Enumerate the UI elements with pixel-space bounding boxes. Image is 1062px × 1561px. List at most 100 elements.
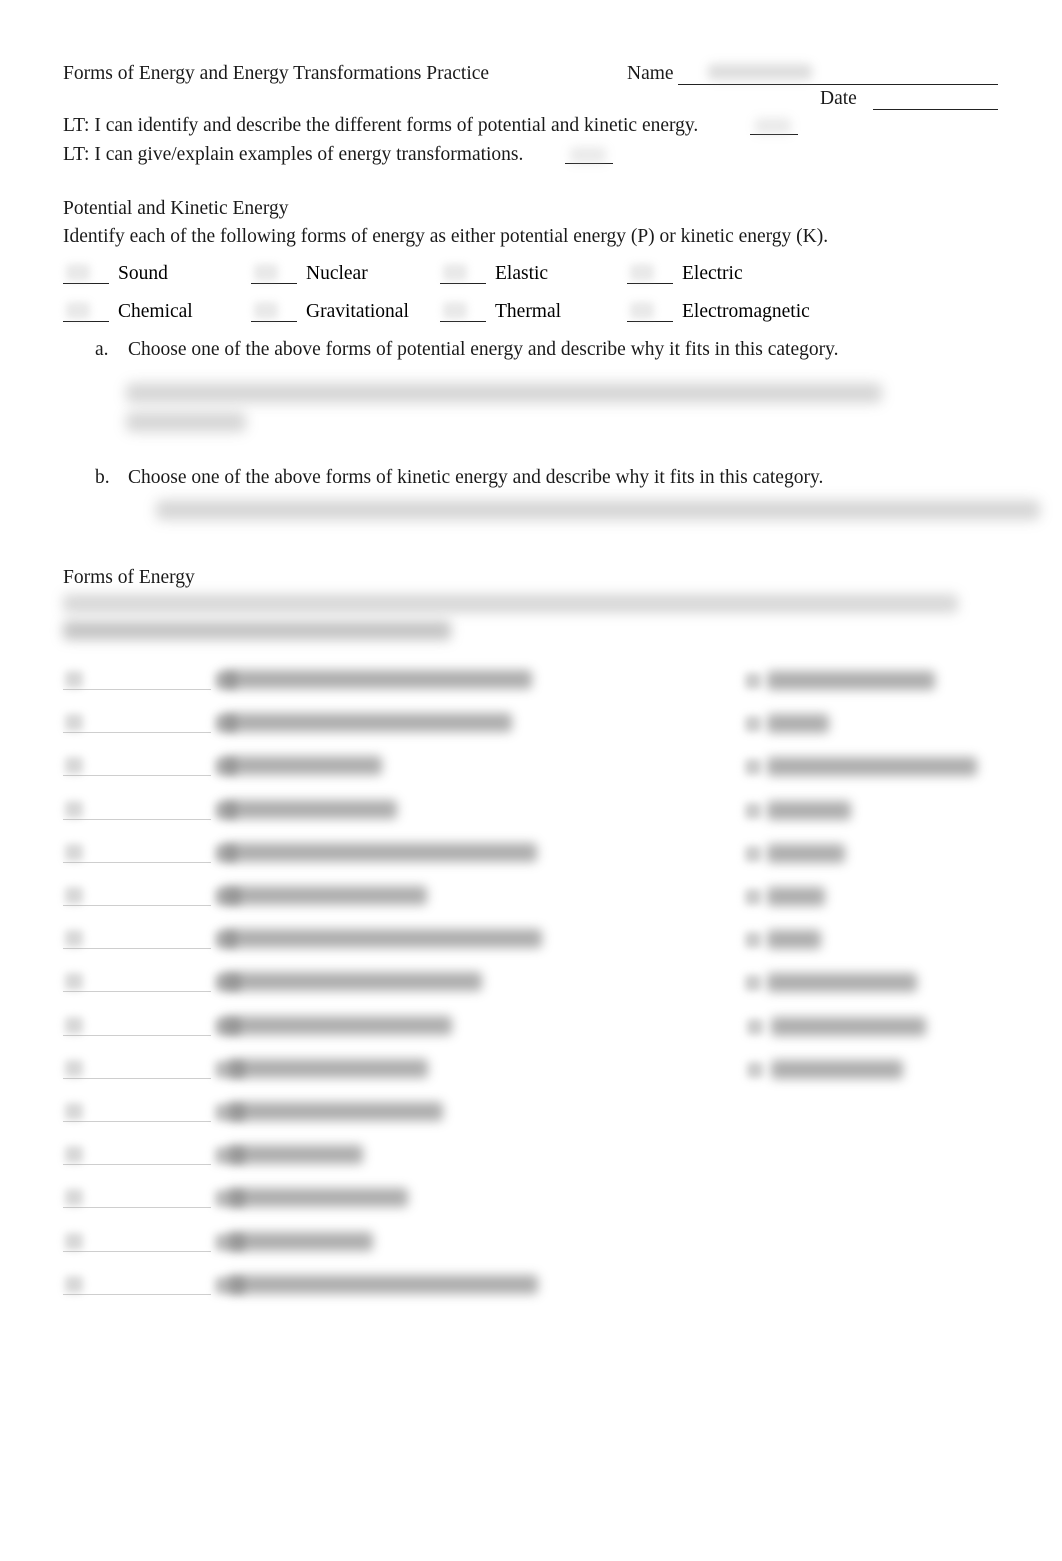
matching-option-letter-redaction — [745, 716, 761, 733]
matching-option — [745, 711, 995, 739]
matching-row — [63, 667, 743, 697]
pk-blank-nuclear[interactable] — [251, 283, 297, 284]
matching-answer-redaction — [65, 887, 83, 904]
matching-option-letter-redaction — [745, 975, 761, 992]
pk-answer-redaction-elastic — [443, 264, 467, 281]
name-redaction — [708, 64, 812, 80]
matching-row-text-redaction — [222, 1015, 452, 1035]
matching-option-text-redaction — [767, 757, 977, 777]
matching-row-text-redaction — [228, 1231, 373, 1251]
matching-row-text-redaction — [228, 1145, 363, 1165]
pk-answer-redaction-chemical — [66, 302, 90, 319]
name-input-line[interactable] — [678, 84, 998, 85]
matching-answer-blank[interactable] — [63, 1293, 211, 1295]
learning-target-1-blank[interactable] — [750, 134, 798, 135]
pk-blank-sound[interactable] — [63, 283, 109, 284]
matching-row-text-redaction — [228, 1058, 428, 1078]
learning-target-1: LT: I can identify and describe the diff… — [63, 115, 699, 136]
matching-option — [745, 1057, 995, 1085]
section-heading-potential-kinetic: Potential and Kinetic Energy — [63, 198, 289, 219]
matching-answer-blank[interactable] — [63, 775, 211, 777]
matching-option-letter-redaction — [745, 802, 761, 819]
pk-blank-thermal[interactable] — [440, 321, 486, 322]
matching-option-text-redaction — [771, 1016, 926, 1036]
matching-row — [63, 1099, 743, 1129]
pk-label-chemical: Chemical — [118, 301, 193, 322]
matching-row-text-redaction — [228, 1102, 443, 1121]
question-b-prompt: Choose one of the above forms of kinetic… — [128, 467, 824, 488]
matching-row-text-redaction — [222, 886, 427, 905]
matching-answer-blank[interactable] — [63, 905, 211, 906]
matching-answer-redaction — [65, 1016, 83, 1034]
pk-blank-electric[interactable] — [627, 283, 673, 284]
matching-option-letter-redaction — [745, 932, 761, 949]
matching-row — [63, 1272, 743, 1302]
question-b-marker: b. — [95, 467, 110, 488]
matching-answer-redaction — [65, 1146, 83, 1164]
matching-option — [745, 884, 995, 912]
matching-answer-blank[interactable] — [63, 991, 211, 993]
pk-answer-redaction-electromagnetic — [630, 302, 654, 319]
matching-option-text-redaction — [771, 1059, 903, 1079]
matching-row — [63, 797, 743, 827]
pk-blank-elastic[interactable] — [440, 283, 486, 284]
matching-answer-redaction — [65, 1232, 83, 1250]
section-instruction-potential-kinetic: Identify each of the following forms of … — [63, 226, 829, 247]
matching-row — [63, 1229, 743, 1259]
matching-row — [63, 1056, 743, 1086]
pk-label-electric: Electric — [682, 263, 743, 284]
matching-row — [63, 883, 743, 913]
question-a-answer-redaction-line-1 — [126, 383, 882, 403]
date-label: Date — [820, 88, 857, 109]
pk-answer-redaction-sound — [66, 264, 90, 281]
pk-label-electromagnetic: Electromagnetic — [682, 301, 810, 322]
matching-answer-blank[interactable] — [63, 861, 211, 863]
matching-option-text-redaction — [767, 671, 935, 690]
matching-answer-blank[interactable] — [63, 1164, 211, 1166]
name-label: Name — [627, 63, 674, 84]
matching-row — [63, 710, 743, 740]
learning-target-2: LT: I can give/explain examples of energ… — [63, 144, 524, 165]
date-input-line[interactable] — [873, 109, 998, 110]
pk-answer-redaction-nuclear — [254, 264, 278, 281]
learning-target-2-redaction — [570, 147, 606, 163]
matching-row — [63, 1185, 743, 1215]
matching-row — [63, 753, 743, 783]
matching-answer-blank[interactable] — [63, 948, 211, 950]
matching-row-text-redaction — [222, 799, 397, 819]
pk-label-elastic: Elastic — [495, 263, 549, 284]
matching-answer-blank[interactable] — [63, 689, 211, 690]
matching-option-letter-redaction — [745, 759, 761, 776]
matching-answer-blank[interactable] — [63, 732, 211, 734]
matching-option-text-redaction — [767, 843, 845, 863]
matching-answer-redaction — [65, 800, 83, 818]
pk-blank-electromagnetic[interactable] — [627, 321, 673, 322]
question-a-answer-redaction-line-2 — [126, 412, 246, 432]
matching-answer-blank[interactable] — [63, 1207, 211, 1209]
matching-option — [745, 841, 995, 869]
question-b-answer-redaction-line-1 — [156, 500, 1040, 520]
matching-option-letter-redaction — [745, 673, 761, 689]
matching-row-text-redaction — [222, 713, 512, 733]
matching-option — [745, 970, 995, 998]
matching-row-text-redaction — [228, 1274, 538, 1294]
matching-answer-blank[interactable] — [63, 1121, 211, 1122]
forms-instruction-redaction-line-1 — [63, 594, 958, 613]
learning-target-2-blank[interactable] — [565, 163, 613, 164]
pk-label-sound: Sound — [118, 263, 168, 284]
matching-answer-blank[interactable] — [63, 818, 211, 820]
pk-blank-chemical[interactable] — [63, 321, 109, 322]
pk-label-nuclear: Nuclear — [306, 263, 368, 284]
matching-answer-blank[interactable] — [63, 1250, 211, 1252]
matching-row-text-redaction — [222, 972, 482, 992]
matching-answer-redaction — [65, 843, 83, 861]
matching-answer-blank[interactable] — [63, 1034, 211, 1036]
pk-label-thermal: Thermal — [495, 301, 562, 322]
matching-answer-redaction — [65, 1103, 83, 1120]
pk-answer-redaction-gravitational — [254, 302, 278, 319]
pk-blank-gravitational[interactable] — [251, 321, 297, 322]
matching-answer-blank[interactable] — [63, 1077, 211, 1079]
matching-option-letter-redaction — [745, 889, 761, 905]
matching-row-text-redaction — [228, 1188, 408, 1208]
matching-option-letter-redaction — [745, 845, 761, 862]
